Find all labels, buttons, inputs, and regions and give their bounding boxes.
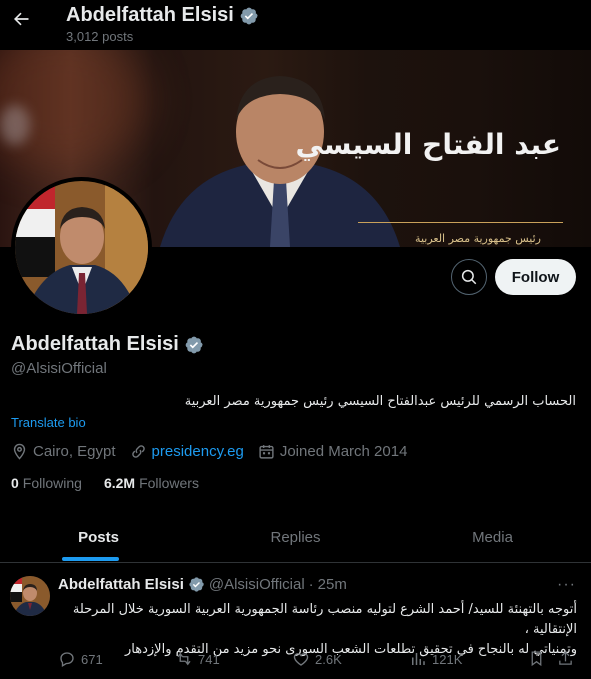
profile-website[interactable]: presidency.eg: [130, 443, 244, 460]
bookmark-icon: [531, 651, 542, 667]
post-actions: 671 741 2.6K 121K: [58, 650, 578, 670]
back-arrow-icon: [14, 12, 29, 26]
bookmark-button[interactable]: [528, 650, 545, 667]
tab-replies[interactable]: Replies: [197, 513, 394, 562]
share-button[interactable]: [557, 650, 574, 667]
share-icon: [559, 651, 572, 665]
header-name-text: Abdelfattah Elsisi: [66, 4, 234, 26]
reply-button[interactable]: 671: [58, 650, 103, 668]
link-icon: [131, 445, 145, 458]
repost-count: 741: [198, 651, 220, 667]
views-count: 121K: [432, 651, 463, 667]
repost-icon: [177, 652, 191, 666]
verified-badge-icon[interactable]: [184, 335, 204, 355]
banner-divider: [358, 222, 563, 223]
repost-button[interactable]: 741: [175, 650, 220, 668]
verified-badge-icon: [240, 7, 258, 24]
website-link[interactable]: presidency.eg: [152, 443, 244, 460]
views-icon: [412, 653, 425, 665]
joined-text: Joined March 2014: [279, 443, 408, 460]
like-count: 2.6K: [315, 651, 342, 667]
banner-arabic-title: رئيس جمهورية مصر العربية: [415, 232, 541, 245]
reply-count: 671: [81, 651, 103, 667]
post-separator: ·: [308, 576, 314, 593]
header-posts-count: 3,012 posts: [66, 29, 134, 44]
profile-name-text: Abdelfattah Elsisi: [11, 333, 179, 355]
avatar-portrait: [15, 181, 148, 314]
more-icon[interactable]: ···: [557, 576, 576, 594]
tab-posts[interactable]: Posts: [0, 513, 197, 562]
followers-label: Followers: [139, 475, 199, 491]
like-button[interactable]: 2.6K: [292, 650, 342, 668]
follow-button[interactable]: Follow: [495, 259, 576, 295]
tab-media[interactable]: Media: [394, 513, 591, 562]
following-count: 0: [11, 475, 19, 491]
top-bar: Abdelfattah Elsisi 3,012 posts: [0, 0, 591, 50]
post-author-name[interactable]: Abdelfattah Elsisi: [58, 576, 184, 593]
views-button[interactable]: 121K: [409, 650, 462, 668]
profile-follow-stats: 0 Following 6.2M Followers: [11, 475, 221, 491]
location-text: Cairo, Egypt: [33, 443, 116, 460]
post-author-handle[interactable]: @AlsisiOfficial: [209, 576, 305, 593]
profile-location: Cairo, Egypt: [11, 443, 116, 460]
banner-light: [0, 105, 30, 145]
translate-bio-link[interactable]: Translate bio: [11, 415, 86, 430]
header-name: Abdelfattah Elsisi: [66, 4, 259, 27]
following-label: Following: [22, 475, 82, 491]
search-profile-button[interactable]: [451, 259, 487, 295]
search-icon: [461, 269, 477, 285]
profile-bio: الحساب الرسمي للرئيس عبدالفتاح السيسي رئ…: [184, 394, 576, 409]
back-button[interactable]: [8, 6, 34, 32]
post-avatar-portrait: [10, 576, 50, 616]
calendar-icon: [259, 445, 274, 459]
location-icon: [13, 443, 26, 460]
profile-avatar[interactable]: [11, 177, 152, 318]
post-timestamp[interactable]: 25m: [318, 576, 347, 593]
post-item[interactable]: Abdelfattah Elsisi @AlsisiOfficial · 25m…: [0, 564, 591, 679]
following-link[interactable]: 0 Following: [11, 475, 82, 491]
post-header: Abdelfattah Elsisi @AlsisiOfficial · 25m: [58, 576, 347, 593]
profile-name: Abdelfattah Elsisi: [11, 333, 204, 356]
reply-icon: [60, 652, 74, 667]
followers-count: 6.2M: [103, 475, 136, 491]
profile-tabs: Posts Replies Media: [0, 513, 591, 563]
profile-handle: @AlsisiOfficial: [11, 360, 107, 377]
like-icon: [293, 653, 309, 666]
post-text-line: أتوجه بالتهنئة للسيد/ أحمد الشرع لتوليه …: [72, 602, 577, 637]
verified-badge-icon: [189, 577, 204, 592]
profile-meta: Cairo, Egypt presidency.eg Joined March …: [11, 443, 421, 460]
active-tab-indicator: [62, 557, 119, 561]
profile-joined: Joined March 2014: [258, 443, 408, 460]
followers-link[interactable]: 6.2M Followers: [104, 475, 199, 491]
post-avatar[interactable]: [10, 576, 50, 616]
banner-arabic-name: عبد الفتاح السيسي: [295, 128, 561, 161]
